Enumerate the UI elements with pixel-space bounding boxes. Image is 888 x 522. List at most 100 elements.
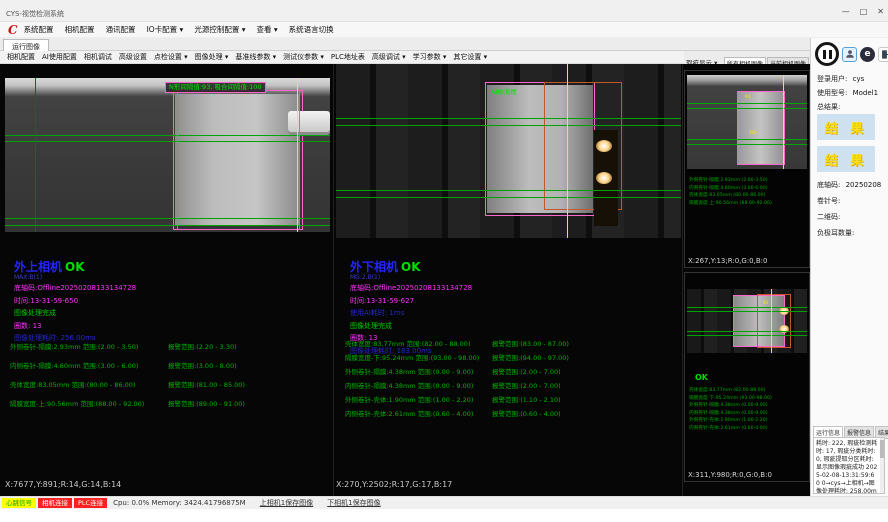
measurement-text: 外侧卷针-隔膜:2.93mm 范围:(2.00 - 3.50) [10, 343, 138, 351]
login-user-row: 登录用户: cys [817, 74, 864, 84]
gripper-fixture [288, 111, 330, 135]
green-baseline [336, 125, 681, 126]
toolbar-camera-debug[interactable]: 相机调试 [84, 52, 112, 62]
model-value[interactable]: Model1 [853, 89, 878, 97]
ok-status: OK [65, 260, 85, 274]
barcode-value: 20250208 [846, 181, 882, 189]
alarm-range: 报警范围:(81.00 - 85.00) [168, 379, 245, 389]
measurement-row: 隔膜宽度-下:95.24mm 范围:(93.00 - 98.00) 报警范围:(… [345, 352, 479, 362]
yellow-cursor-line [567, 64, 568, 238]
ok-status: OK [695, 373, 708, 382]
thumbnail-upper-camera[interactable]: 93 100 外侧卷针-隔膜:2.93mm (2.00-3.50) 内侧卷针-隔… [684, 70, 810, 268]
pin-row: 卷针号: [817, 196, 843, 206]
close-button[interactable]: ✕ [877, 7, 884, 17]
measurement-row: 内侧卷针-隔膜:4.60mm 范围:(3.00 - 6.00) 报警范围:(3.… [10, 360, 138, 370]
green-baseline [336, 190, 681, 191]
alarm-range: 报警范围:(1.10 - 2.10) [492, 394, 561, 404]
maximize-button[interactable]: □ [860, 7, 868, 17]
lower-camera-save-link[interactable]: 下相机1保存图像 [327, 498, 380, 508]
toolbar-image-processing[interactable]: 图像处理 ▾ [195, 52, 229, 62]
sidebar-buttons: e [815, 42, 888, 66]
toolbar-plc-address-table[interactable]: PLC地址表 [331, 52, 365, 62]
led-highlight [596, 140, 612, 152]
green-baseline [687, 307, 807, 308]
toolbar-camera-config[interactable]: 相机配置 [7, 52, 35, 62]
green-baseline [336, 197, 681, 198]
toolbar-baseline-params[interactable]: 基准线参数 ▾ [235, 52, 276, 62]
process-done-line: 图像处理完成 [14, 309, 136, 319]
time-line: 时间:13-31-59-650 [14, 297, 136, 307]
measurement-text: 内侧卷针-隔膜:4.60mm 范围:(3.00 - 6.00) [10, 362, 138, 370]
lower-camera-image[interactable]: AI检测框 [336, 64, 681, 238]
yellow-cursor-line [297, 78, 298, 232]
plc-connection-badge: PLC连接 [74, 498, 107, 508]
cursor-position-readout: X:7677,Y:891;R:14,G:14,B:14 [5, 480, 121, 489]
measurement-row: 外侧卷针-隔膜:2.93mm 范围:(2.00 - 3.50) 报警范围:(2.… [10, 341, 138, 351]
mini-measure-label: 95 [763, 301, 768, 305]
green-baseline [5, 135, 330, 136]
sub-info: MG:2,B(1) [350, 274, 472, 281]
alarm-range: 报警范围:(3.00 - 8.00) [168, 360, 237, 370]
cpu-memory-status: Cpu: 0.0% Memory: 3424.41796875M [113, 499, 246, 507]
ai-time-line: 使用AI耗时: 1ms [350, 309, 472, 319]
cursor-position-readout: X:311,Y:980;R:0,G:0,B:0 [688, 471, 772, 479]
toolbar-advanced-settings[interactable]: 高级设置 [119, 52, 147, 62]
measurement-text: 隔膜宽度-上:90.56mm 范围:(88.00 - 92.00) [10, 400, 144, 408]
upper-camera-save-link[interactable]: 上相机1保存图像 [260, 498, 313, 508]
thumbnail-measurements: 壳体宽度:83.77mm (82.00-88.00) 隔膜宽度-下:95.24m… [689, 387, 795, 432]
menu-io-config[interactable]: IO卡配置 ▾ [147, 24, 184, 35]
result-box-lower: 结 果 [817, 146, 875, 172]
log-scrollbar[interactable] [880, 438, 884, 493]
exit-button[interactable] [878, 47, 888, 62]
measurement-text: 内侧卷针-隔膜:4.38mm 范围:(0.00 - 9.00) [345, 382, 473, 390]
ai-detect-label: AI检测框 [491, 86, 517, 96]
menu-light-control-config[interactable]: 光源控制配置 ▾ [194, 24, 245, 35]
user-icon [845, 49, 855, 59]
upper-camera-image[interactable]: N形间隔值:93, 吸合间隔值:100 [5, 78, 330, 232]
toolbar-advanced-debug[interactable]: 高级调试 ▾ [372, 52, 406, 62]
log-output[interactable]: 耗时: 222, 瑕疵检测耗时: 17, 瑕疵分类耗时: 0, 瑕疵提取分区耗时… [813, 437, 885, 494]
status-bar: 心跳信号 相机连接 PLC连接 Cpu: 0.0% Memory: 3424.4… [0, 496, 888, 509]
green-baseline [5, 218, 330, 219]
alarm-range: 报警范围:(2.20 - 3.30) [168, 341, 237, 351]
thumbnail-lower-camera[interactable]: 95 OK 壳体宽度:83.77mm (82.00-88.00) 隔膜宽度-下:… [684, 272, 810, 482]
menu-comm-config[interactable]: 通讯配置 [106, 24, 136, 35]
scrollbar-thumb[interactable] [880, 440, 884, 458]
cyan-edge-line [299, 88, 300, 230]
mini-measurement: 外侧卷针-壳体:1.90mm (1.00-2.20) [689, 417, 772, 423]
led-highlight [596, 172, 612, 184]
toolbar: 相机配置 AI使用配置 相机调试 高级设置 点检设置 ▾ 图像处理 ▾ 基准线参… [0, 51, 684, 64]
green-edge-line [35, 78, 36, 232]
menu-language-switch[interactable]: 系统语言切换 [289, 24, 334, 35]
panel-divider-2 [682, 64, 683, 496]
log-text: 耗时: 222, 瑕疵检测耗时: 17, 瑕疵分类耗时: 0, 瑕疵提取分区耗时… [814, 438, 884, 494]
measurement-row: 壳体宽度:83.77mm 范围:(82.00 - 88.00) 报警范围:(83… [345, 338, 470, 348]
minimize-button[interactable]: — [842, 7, 850, 17]
green-baseline [687, 144, 807, 145]
qr-row: 二维码: [817, 212, 843, 222]
alarm-range: 报警范围:(89.00 - 91.00) [168, 398, 245, 408]
yellow-cursor-line [783, 75, 784, 169]
menu-camera-config[interactable]: 相机配置 [65, 24, 95, 35]
menu-system-config[interactable]: 系统配置 [24, 24, 54, 35]
cyan-edge-line [177, 88, 178, 230]
mini-measurement: 隔膜宽度-下:95.24mm (93.00-98.00) [689, 395, 772, 401]
toolbar-learning-params[interactable]: 学习参数 ▾ [413, 52, 447, 62]
toolbar-spot-check[interactable]: 点检设置 ▾ [154, 52, 188, 62]
login-user-label: 登录用户: [817, 75, 847, 83]
thumbnail-measurements: 外侧卷针-隔膜:2.93mm (2.00-3.50) 内侧卷针-隔膜:4.60m… [689, 177, 795, 207]
camera-title-line: 外上相机OK [14, 260, 136, 274]
total-result-row: 总结果: [817, 102, 840, 112]
pause-button[interactable] [815, 42, 839, 66]
toolbar-ai-usage-config[interactable]: AI使用配置 [42, 52, 77, 62]
alarm-range: 报警范围:(0.60 - 4.00) [492, 408, 561, 418]
toolbar-test-params[interactable]: 测试仪参数 ▾ [283, 52, 324, 62]
menu-view[interactable]: 查看 ▾ [256, 24, 277, 35]
thumbnail-image: 93 100 [687, 75, 807, 169]
time-line: 时间:13-31-59-627 [350, 297, 472, 307]
e-log-button[interactable]: e [860, 47, 875, 62]
user-button[interactable] [842, 47, 857, 62]
green-baseline [687, 311, 807, 312]
toolbar-other-settings[interactable]: 其它设置 ▾ [453, 52, 487, 62]
measurement-text: 内侧卷针-壳体:2.61mm 范围:(0.60 - 4.00) [345, 410, 473, 418]
